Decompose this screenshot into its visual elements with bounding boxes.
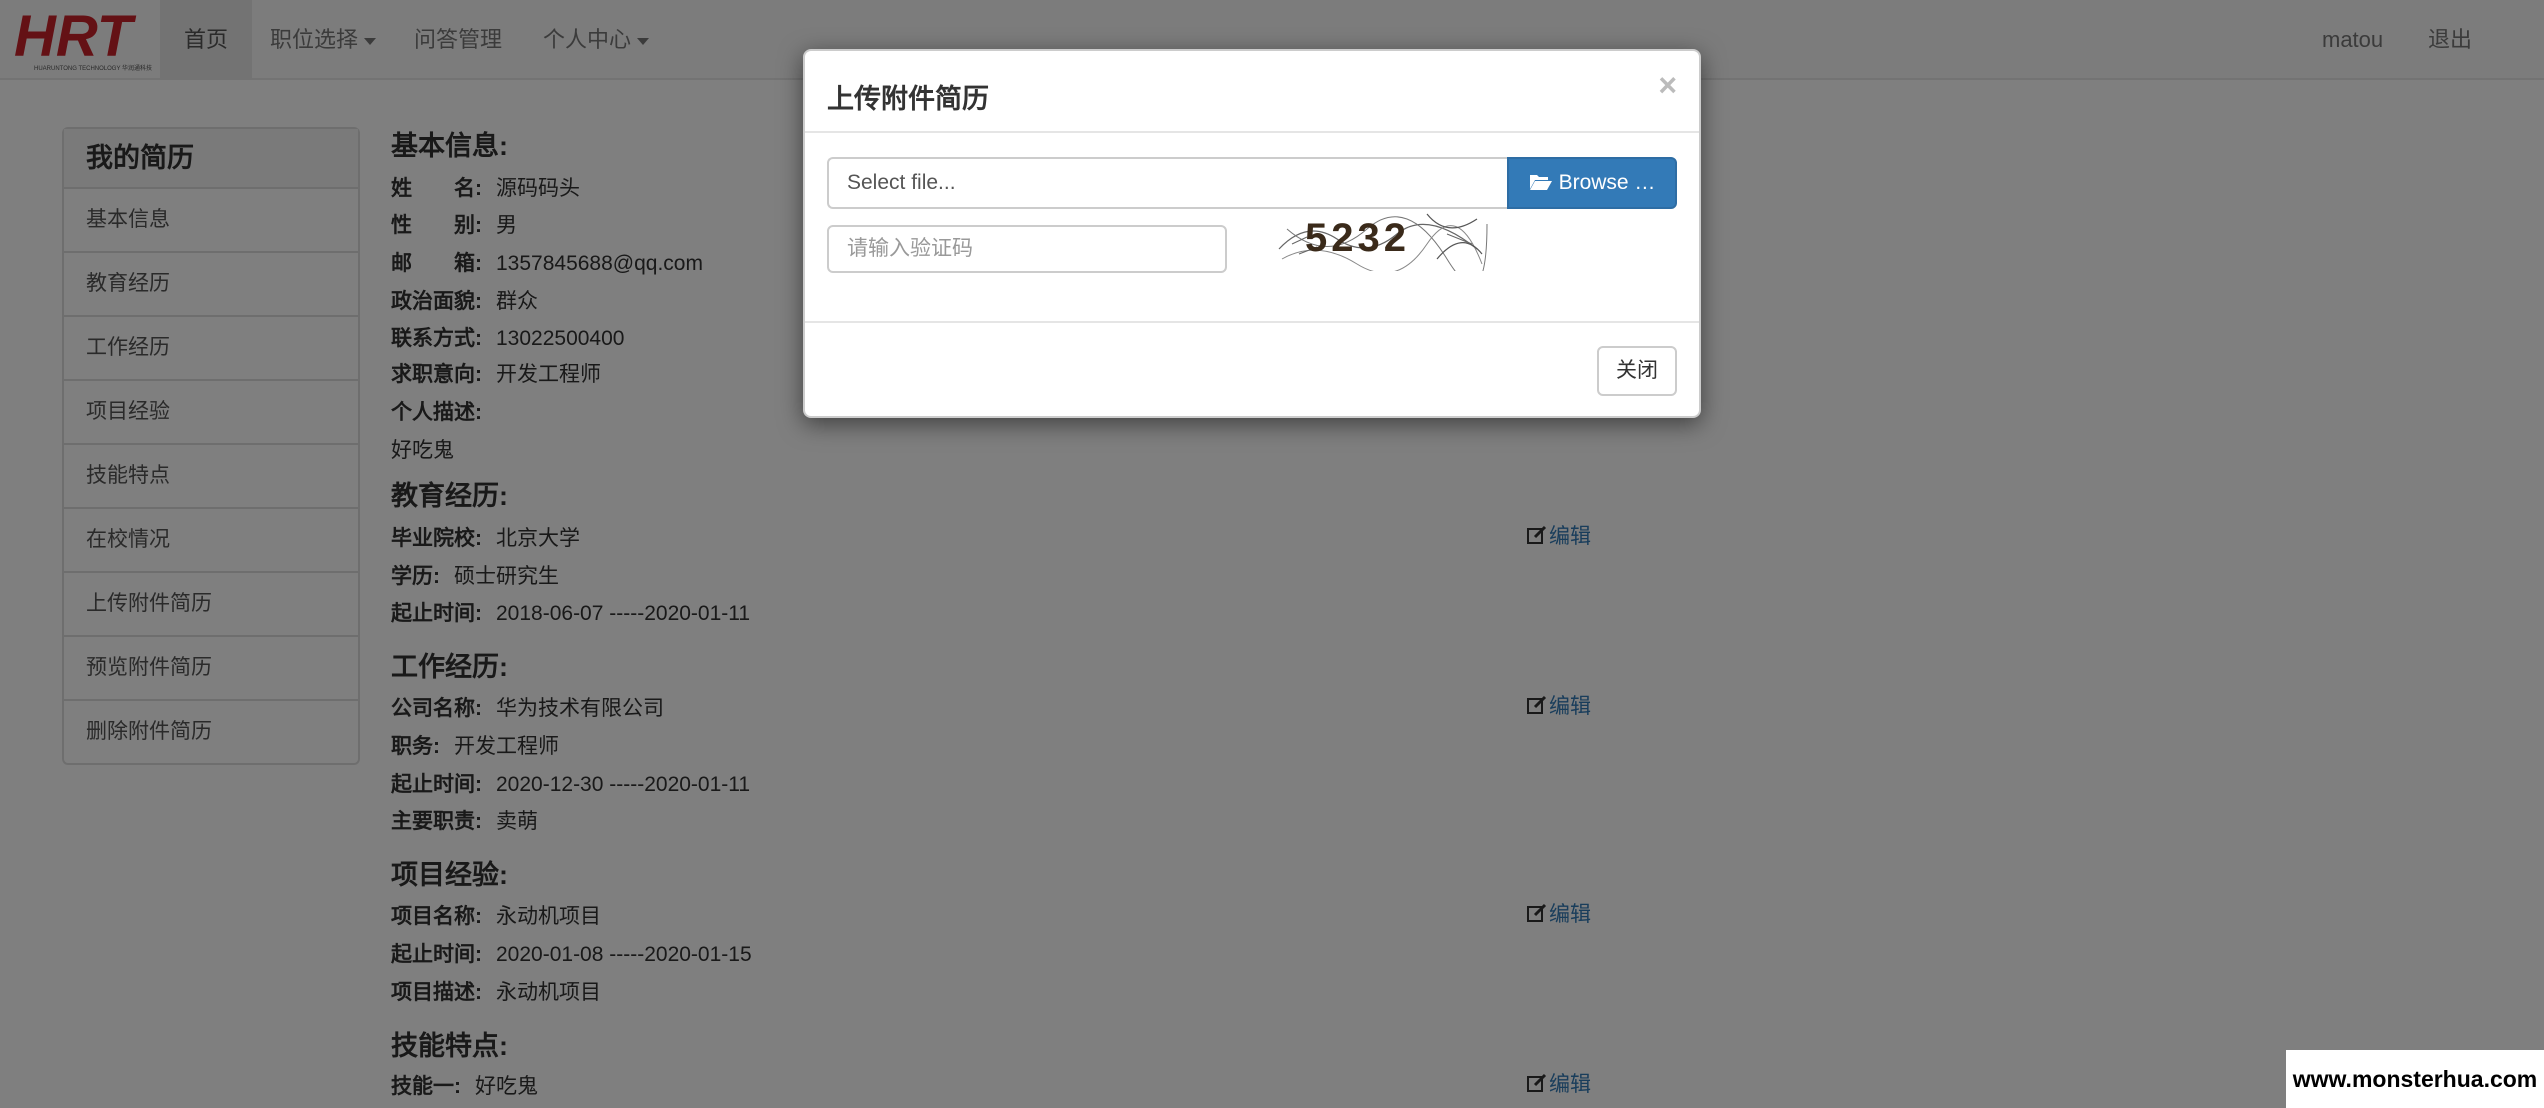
close-button[interactable]: 关闭 [1597,346,1677,396]
captcha-input[interactable]: 请输入验证码 [827,225,1227,273]
captcha-text: 5232 [1305,216,1410,260]
modal-footer-divider [805,321,1699,323]
captcha-image[interactable]: 5232 [1277,209,1489,271]
folder-open-icon [1529,175,1552,190]
upload-attachment-modal: 上传附件简历 × Select file... Browse … 请输入验证码 … [803,49,1701,418]
modal-title: 上传附件简历 [827,84,989,114]
modal-header: 上传附件简历 × [805,51,1699,133]
file-path-input[interactable]: Select file... [827,157,1507,209]
browse-button[interactable]: Browse … [1507,157,1677,209]
watermark: www.monsterhua.com [2286,1050,2544,1108]
browse-label: Browse … [1558,171,1656,194]
close-icon[interactable]: × [1658,69,1677,101]
